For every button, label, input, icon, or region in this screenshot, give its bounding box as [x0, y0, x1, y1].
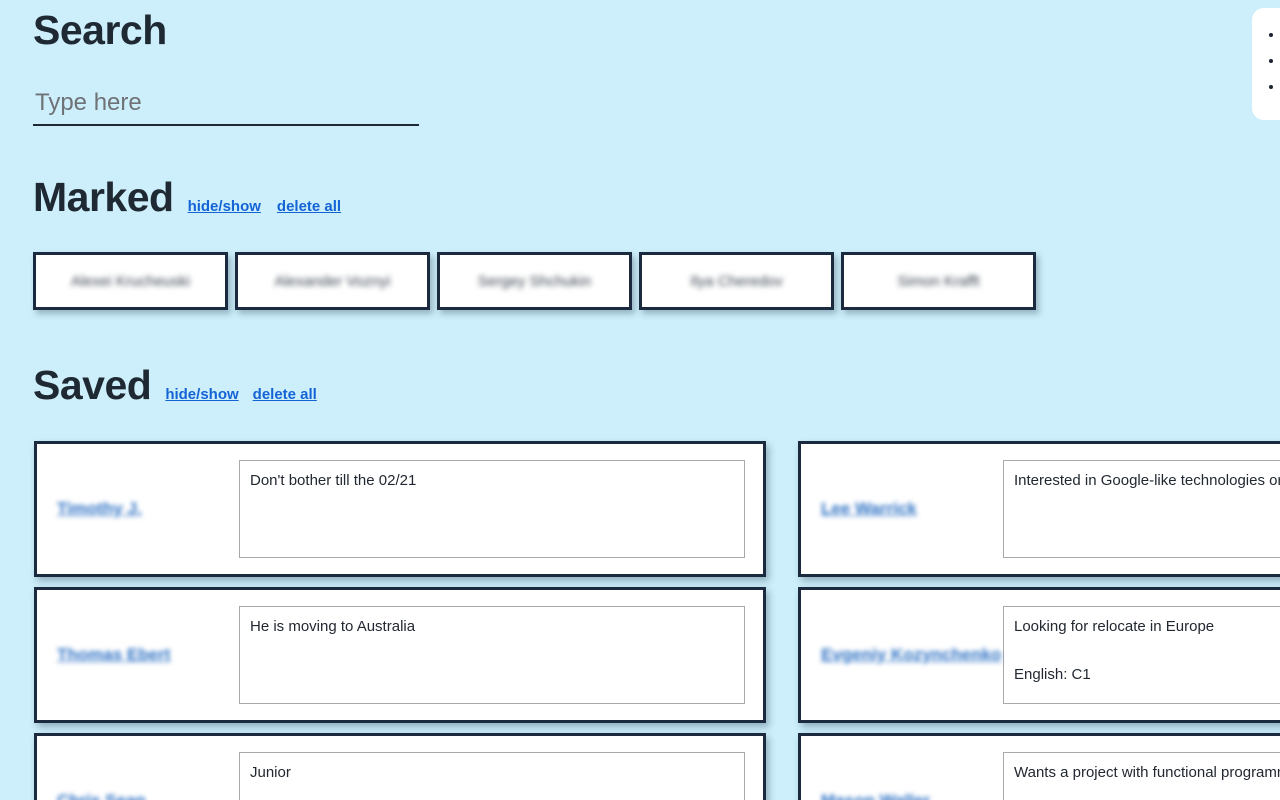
marked-title: Marked — [33, 174, 174, 220]
saved-card: Evgeniy Kozynchenko — [798, 587, 1280, 723]
saved-title: Saved — [33, 362, 152, 408]
search-heading: Search — [33, 7, 167, 53]
saved-card-note[interactable] — [239, 752, 745, 800]
saved-card-name-link[interactable]: Chris Sean — [55, 786, 239, 800]
saved-card-grid: Timothy J. Lee Warrick Thomas Ebert Evge… — [34, 441, 1280, 800]
marked-hide-show-link[interactable]: hide/show — [188, 198, 261, 215]
marked-chip[interactable]: Simon Krafft — [841, 252, 1036, 310]
saved-card: Thomas Ebert — [34, 587, 766, 723]
marked-chip[interactable]: Alexei Krucheuski — [33, 252, 228, 310]
saved-hide-show-link[interactable]: hide/show — [165, 386, 238, 403]
marked-chip[interactable]: Ilya Cheredov — [639, 252, 834, 310]
saved-card: Mason Waller — [798, 733, 1280, 800]
saved-card-note[interactable] — [239, 606, 745, 704]
saved-card: Chris Sean — [34, 733, 766, 800]
corner-list-panel — [1252, 8, 1280, 120]
marked-chip-label: Alexander Voznyi — [274, 272, 391, 290]
marked-delete-all-link[interactable]: delete all — [277, 198, 341, 215]
search-input[interactable] — [33, 86, 419, 126]
marked-section-header: Marked hide/show delete all — [33, 173, 343, 221]
app-root: Search Marked hide/show delete all Alexe… — [0, 0, 1280, 800]
saved-card-name-link[interactable]: Evgeniy Kozynchenko — [819, 640, 1003, 670]
marked-chip-label: Sergey Shchukin — [477, 272, 592, 290]
saved-card: Timothy J. — [34, 441, 766, 577]
saved-card-note[interactable] — [239, 460, 745, 558]
saved-card-name-link[interactable]: Thomas Ebert — [55, 640, 239, 670]
saved-section-header: Saved hide/show delete all — [33, 361, 317, 409]
marked-chip-list: Alexei Krucheuski Alexander Voznyi Serge… — [33, 252, 1036, 310]
saved-card-name-link[interactable]: Timothy J. — [55, 494, 239, 524]
search-field-wrapper — [33, 86, 419, 126]
marked-chip[interactable]: Alexander Voznyi — [235, 252, 430, 310]
saved-card-note[interactable] — [1003, 460, 1280, 558]
marked-chip-label: Alexei Krucheuski — [70, 272, 191, 290]
saved-card-note[interactable] — [1003, 752, 1280, 800]
saved-card-note[interactable] — [1003, 606, 1280, 704]
saved-delete-all-link[interactable]: delete all — [253, 386, 317, 403]
marked-chip-label: Simon Krafft — [897, 272, 980, 290]
saved-card-name-link[interactable]: Mason Waller — [819, 786, 1003, 800]
corner-list — [1270, 22, 1280, 100]
marked-chip-label: Ilya Cheredov — [690, 272, 783, 290]
marked-chip[interactable]: Sergey Shchukin — [437, 252, 632, 310]
saved-card-name-link[interactable]: Lee Warrick — [819, 494, 1003, 524]
saved-card: Lee Warrick — [798, 441, 1280, 577]
